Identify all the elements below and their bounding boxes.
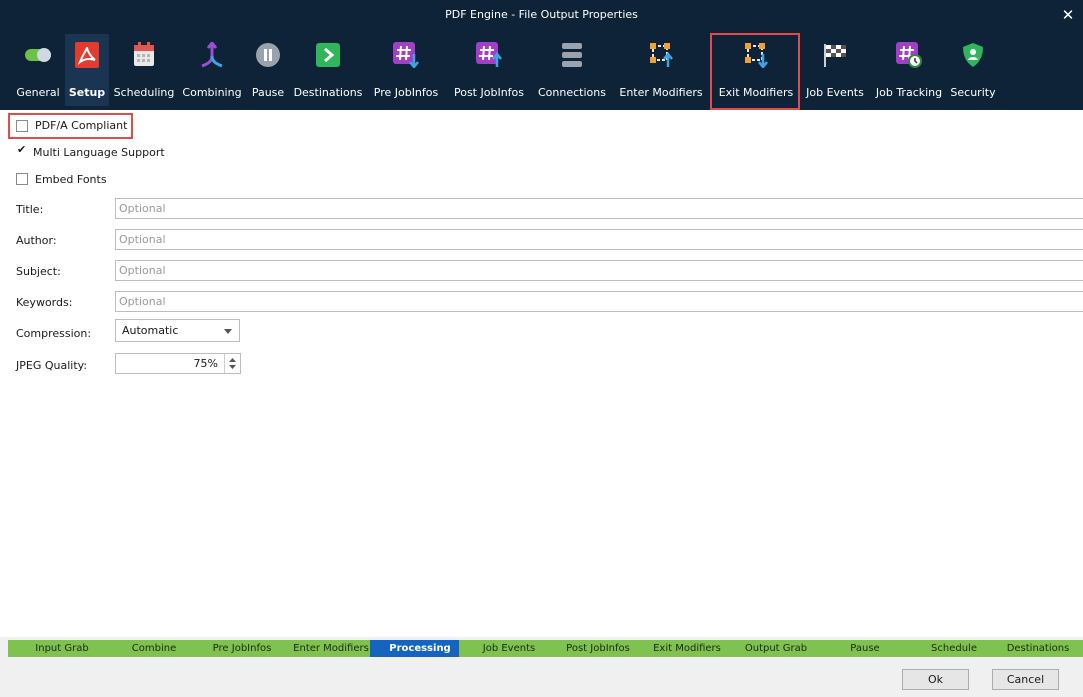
toolbar-label: Scheduling xyxy=(113,86,175,99)
destination-icon xyxy=(316,43,340,67)
toolbar-pre-jobinfos[interactable]: Pre JobInfos xyxy=(368,34,444,106)
toolbar-label: Destinations xyxy=(293,86,363,99)
toolbar-label: Connections xyxy=(538,86,606,99)
hash-down-icon xyxy=(393,42,419,68)
close-icon[interactable]: ✕ xyxy=(1059,0,1077,30)
toolbar-destinations[interactable]: Destinations xyxy=(292,34,364,106)
toolbar-label: General xyxy=(16,86,60,99)
author-label: Author: xyxy=(16,234,57,247)
embed-fonts-label: Embed Fonts xyxy=(35,173,107,186)
toolbar-connections[interactable]: Connections xyxy=(534,34,610,106)
toolbar-label: Security xyxy=(950,86,996,99)
stepper-arrows-icon xyxy=(229,358,236,369)
calendar-icon xyxy=(134,42,154,66)
checkmark-icon: ✔ xyxy=(17,143,27,156)
tab-input-grab[interactable]: Input Grab xyxy=(8,640,116,657)
workflow-tab-strip: Input Grab Combine Pre JobInfos Enter Mo… xyxy=(0,637,1083,660)
pause-icon xyxy=(256,43,280,67)
toolbar-job-tracking[interactable]: Job Tracking xyxy=(872,34,946,106)
tab-combine[interactable]: Combine xyxy=(104,640,204,657)
toolbar-label: Combining xyxy=(182,86,242,99)
jpeg-quality-label: JPEG Quality: xyxy=(16,359,88,372)
title-label: Title: xyxy=(16,203,44,216)
tab-output-grab[interactable]: Output Grab xyxy=(726,640,826,657)
jpeg-quality-value: 75% xyxy=(193,357,218,370)
toolbar-pause[interactable]: Pause xyxy=(246,34,290,106)
toolbar-security[interactable]: Security xyxy=(948,34,998,106)
toggle-icon xyxy=(25,48,51,62)
chevron-down-icon xyxy=(224,329,232,334)
pdfa-compliant-checkbox[interactable] xyxy=(16,120,28,132)
toolbar-general[interactable]: General xyxy=(12,34,64,106)
toolbar-label: Job Tracking xyxy=(875,86,943,99)
tab-exit-modifiers[interactable]: Exit Modifiers xyxy=(637,640,737,657)
compression-label: Compression: xyxy=(16,327,92,340)
compression-value: Automatic xyxy=(122,324,179,337)
window-title: PDF Engine - File Output Properties xyxy=(445,8,638,21)
pdf-icon xyxy=(75,42,99,68)
toolbar-label: Enter Modifiers xyxy=(619,86,703,99)
tab-job-events[interactable]: Job Events xyxy=(459,640,559,657)
toolbar-label: Post JobInfos xyxy=(453,86,525,99)
toolbar-setup[interactable]: Setup xyxy=(65,34,109,106)
embed-fonts-checkbox[interactable] xyxy=(16,173,28,185)
enter-modifier-icon xyxy=(650,43,673,67)
exit-modifiers-highlight xyxy=(710,33,800,110)
ok-button[interactable]: Ok xyxy=(902,669,969,690)
multi-language-label: Multi Language Support xyxy=(33,146,165,159)
compression-select[interactable]: Automatic xyxy=(115,319,240,342)
multi-language-checkbox[interactable]: ✔ xyxy=(16,143,28,158)
tab-post-jobinfos[interactable]: Post JobInfos xyxy=(548,640,648,657)
pdfa-compliant-label: PDF/A Compliant xyxy=(35,119,128,132)
title-input[interactable]: Optional xyxy=(115,198,1083,219)
tab-pre-jobinfos[interactable]: Pre JobInfos xyxy=(192,640,292,657)
toolbar-scheduling[interactable]: Scheduling xyxy=(112,34,176,106)
hash-clock-icon xyxy=(896,42,922,68)
author-input[interactable]: Optional xyxy=(115,229,1083,250)
subject-label: Subject: xyxy=(16,265,61,278)
toolbar-label: Job Events xyxy=(806,86,864,99)
cancel-button[interactable]: Cancel xyxy=(992,669,1059,690)
toolbar-label: Pre JobInfos xyxy=(373,86,439,99)
tab-pause[interactable]: Pause xyxy=(815,640,915,657)
keywords-input[interactable]: Optional xyxy=(115,291,1083,312)
jpeg-quality-stepper[interactable]: 75% xyxy=(115,353,241,374)
toolbar-enter-modifiers[interactable]: Enter Modifiers xyxy=(614,34,708,106)
toolbar-combining[interactable]: Combining xyxy=(180,34,244,106)
database-icon xyxy=(562,43,582,67)
merge-icon xyxy=(201,42,223,68)
stepper-buttons[interactable] xyxy=(224,354,240,373)
toolbar-job-events[interactable]: Job Events xyxy=(802,34,868,106)
toolbar-label: Pause xyxy=(251,86,285,99)
shield-user-icon xyxy=(963,43,983,67)
tab-enter-modifiers[interactable]: Enter Modifiers xyxy=(281,640,381,657)
toolbar-post-jobinfos[interactable]: Post JobInfos xyxy=(448,34,530,106)
hash-up-icon xyxy=(476,42,502,67)
checkered-flag-icon xyxy=(824,44,846,67)
toolbar-label: Setup xyxy=(68,86,106,99)
tab-processing[interactable]: Processing xyxy=(370,640,470,657)
keywords-label: Keywords: xyxy=(16,296,73,309)
subject-input[interactable]: Optional xyxy=(115,260,1083,281)
tab-destinations[interactable]: Destinations xyxy=(993,640,1083,657)
tab-schedule[interactable]: Schedule xyxy=(904,640,1004,657)
